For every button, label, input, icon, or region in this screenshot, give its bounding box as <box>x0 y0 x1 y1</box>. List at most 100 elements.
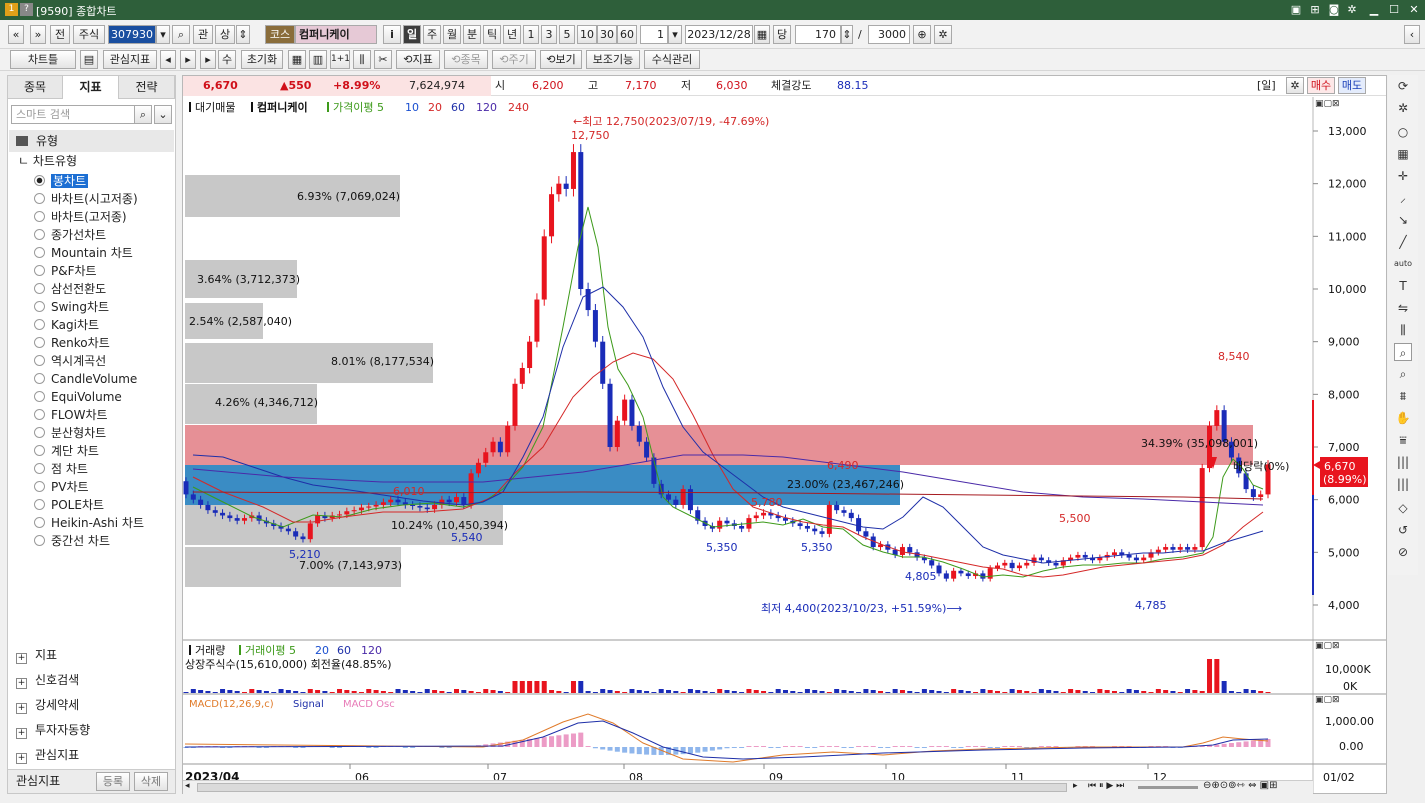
split-layout-icon[interactable]: ▥ <box>309 50 327 69</box>
line-tool-icon[interactable]: ⸝ <box>1394 189 1412 207</box>
chart-type-option[interactable]: Mountain 차트 <box>34 244 133 262</box>
chart-type-group[interactable]: ㄴ 차트유형 <box>18 152 77 171</box>
scroll-left-icon[interactable]: ◂ <box>160 50 176 69</box>
chart-type-option[interactable]: FLOW차트 <box>34 406 108 424</box>
item-button[interactable]: ⟲종목 <box>444 50 488 69</box>
market-select[interactable]: 주식 <box>73 25 105 44</box>
radio-button-icon[interactable] <box>34 265 45 276</box>
chart-type-option[interactable]: 바차트(고저종) <box>34 208 127 226</box>
buy-button[interactable]: 매수 <box>1307 77 1335 94</box>
radio-button-icon[interactable] <box>34 373 45 384</box>
radio-button-icon[interactable] <box>34 391 45 402</box>
code-dropdown[interactable]: ▾ <box>156 25 170 44</box>
cut-icon[interactable]: ✂ <box>374 50 392 69</box>
calendar-icon[interactable]: ▦ <box>754 25 770 44</box>
settings-icon[interactable]: ✲ <box>1344 2 1360 18</box>
section-indicator[interactable]: + 지표 <box>16 644 57 666</box>
total-count-input[interactable]: 3000 <box>868 25 910 44</box>
window-badge-1[interactable]: 1 <box>5 3 18 16</box>
radio-button-icon[interactable] <box>34 445 45 456</box>
chart-scrollbar[interactable]: ◂ ▸ ⏮ ⏸ ▶ ⏭ ⊖⊕⊙⊚⇿ ⇔ ▣⊞ <box>183 780 1313 794</box>
text-tool-icon[interactable]: T <box>1394 277 1412 295</box>
one-plus-one-button[interactable]: 1+1 <box>330 50 350 69</box>
reset-button[interactable]: 초기화 <box>241 50 283 69</box>
zoom-slider[interactable] <box>1138 786 1198 789</box>
chart-type-option[interactable]: 분산형차트 <box>34 424 106 442</box>
volume-pane-controls-icon[interactable]: ▣▢⊠ <box>1315 641 1340 651</box>
chart-type-option[interactable]: CandleVolume <box>34 370 137 388</box>
chart-type-option[interactable]: 계단 차트 <box>34 442 99 460</box>
scroll-right-arrow-icon[interactable]: ▸ <box>1073 781 1078 791</box>
chart-type-option[interactable]: 역시계곡선 <box>34 352 106 370</box>
help-badge[interactable]: ? <box>20 3 33 16</box>
next-code-button[interactable]: » <box>30 25 46 44</box>
date-input[interactable]: 2023/12/28 <box>685 25 753 44</box>
section-interest[interactable]: + 관심지표 <box>16 744 79 766</box>
radio-button-icon[interactable] <box>34 517 45 528</box>
period-week-button[interactable]: 주 <box>423 25 441 44</box>
chart-type-option[interactable]: POLE차트 <box>34 496 104 514</box>
smart-search-input[interactable]: 스마트 검색 <box>11 105 135 124</box>
chart-type-option[interactable]: 봉차트 <box>34 172 89 190</box>
circle-tool-icon[interactable]: ○ <box>1394 123 1412 141</box>
window-link-icon[interactable]: ⊞ <box>1307 2 1323 18</box>
bar-count-spinner[interactable]: ⇕ <box>841 25 853 44</box>
grid-layout-icon[interactable]: ▦ <box>288 50 306 69</box>
maximize-icon[interactable]: ☐ <box>1386 2 1402 18</box>
radio-button-icon[interactable] <box>34 247 45 258</box>
chart-canvas[interactable]: ←최고 12,750(2023/07/19, -47.69%) 12,750 최… <box>183 97 1386 794</box>
dang-button[interactable]: 당 <box>773 25 791 44</box>
search-icon[interactable]: ⌕ <box>134 105 152 124</box>
window-tool-icon[interactable]: ▣ <box>1288 2 1304 18</box>
view-button[interactable]: ⟲보기 <box>540 50 582 69</box>
stock-code-input[interactable]: 307930 <box>108 25 156 44</box>
gwan-button[interactable]: 관 <box>193 25 213 44</box>
close-icon[interactable]: ✕ <box>1406 2 1422 18</box>
chart-type-option[interactable]: Heikin-Ashi 차트 <box>34 514 144 532</box>
indicator-button[interactable]: ⟲지표 <box>396 50 440 69</box>
scroll-right-icon[interactable]: ▸ <box>180 50 196 69</box>
radio-button-icon[interactable] <box>34 337 45 348</box>
scroll-end-icon[interactable]: ▸ <box>200 50 216 69</box>
hand-tool-icon[interactable]: ✋ <box>1394 409 1412 427</box>
tab-strategy[interactable]: 전략 <box>119 76 175 99</box>
trendline-tool-icon[interactable]: ╱ <box>1394 233 1412 251</box>
period-minute-button[interactable]: 분 <box>463 25 481 44</box>
section-investor[interactable]: + 투자자동향 <box>16 719 90 741</box>
radio-button-icon[interactable] <box>34 319 45 330</box>
section-strength[interactable]: + 강세약세 <box>16 694 79 716</box>
tab-stock[interactable]: 종목 <box>8 76 63 99</box>
magnify-tool-icon[interactable]: ⌕ <box>1394 343 1412 361</box>
candle-tool-icon[interactable]: ⫼ <box>1394 321 1412 339</box>
chart-type-option[interactable]: Renko차트 <box>34 334 110 352</box>
interval-60-button[interactable]: 60 <box>617 25 637 44</box>
tab-indicator[interactable]: 지표 <box>63 76 119 99</box>
zoom-in-icon[interactable]: ⊕ <box>913 25 931 44</box>
section-type[interactable]: 유형 <box>9 130 174 152</box>
cycle-tool-icon[interactable]: ⩸ <box>1394 431 1412 449</box>
formula-manage-button[interactable]: 수식관리 <box>644 50 700 69</box>
toolbar-collapse-icon[interactable]: ‹ <box>1404 25 1420 44</box>
sang-spinner[interactable]: ⇕ <box>236 25 250 44</box>
chart-type-option[interactable]: P&F차트 <box>34 262 97 280</box>
chart-type-option[interactable]: 중간선 차트 <box>34 532 110 550</box>
playback-controls-icon[interactable]: ⏮ ⏸ ▶ ⏭ <box>1088 781 1124 791</box>
save-icon[interactable]: ▤ <box>80 50 98 69</box>
minimize-icon[interactable]: ▁ <box>1366 2 1382 18</box>
radio-button-icon[interactable] <box>34 175 45 186</box>
radio-button-icon[interactable] <box>34 499 45 510</box>
jeon-button[interactable]: 전 <box>50 25 70 44</box>
auto-tool-icon[interactable]: auto <box>1394 255 1412 273</box>
radio-button-icon[interactable] <box>34 427 45 438</box>
scroll-thumb[interactable] <box>197 783 1067 792</box>
pointer-tool-icon[interactable]: ⟳ <box>1394 77 1412 95</box>
camera-icon[interactable]: ◙ <box>1326 2 1342 18</box>
grid-tool-icon[interactable]: ▦ <box>1394 145 1412 163</box>
chart-type-option[interactable]: Swing차트 <box>34 298 109 316</box>
ray-tool-icon[interactable]: ↘ <box>1394 211 1412 229</box>
interval-10-button[interactable]: 10 <box>577 25 597 44</box>
fibonacci-tool-icon[interactable]: ⩩ <box>1394 387 1412 405</box>
radio-button-icon[interactable] <box>34 535 45 546</box>
price-pane-controls-icon[interactable]: ▣▢⊠ <box>1315 99 1340 109</box>
compare-tool-icon[interactable]: ⇋ <box>1394 299 1412 317</box>
